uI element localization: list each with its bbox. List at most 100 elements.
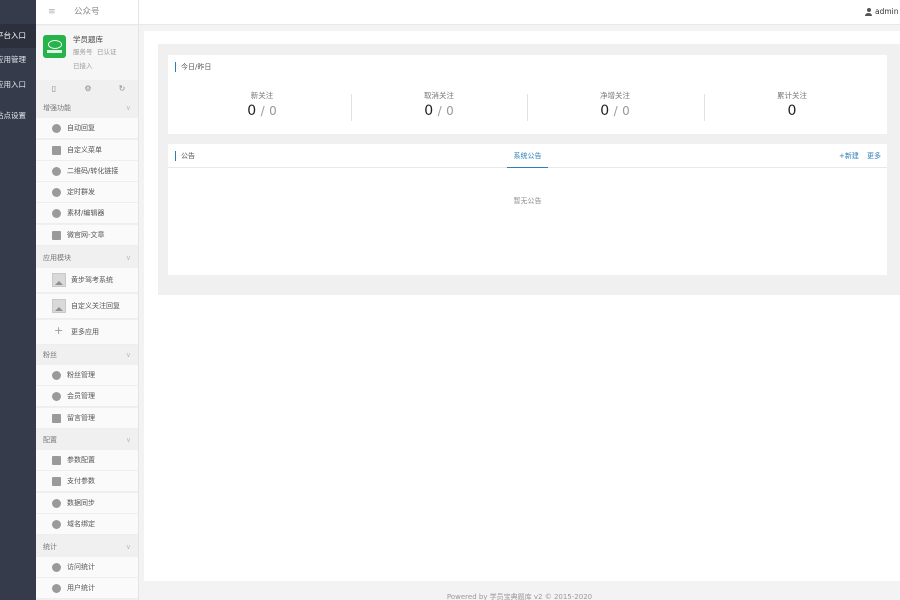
new-notice-link[interactable]: +新建: [839, 151, 859, 161]
section-fans[interactable]: 粉丝 ∨: [36, 345, 138, 365]
sidebar-item-domain-binding[interactable]: 域名绑定: [36, 514, 138, 535]
sidebar-item-microsite-articles[interactable]: 微官网-文章: [36, 225, 138, 246]
rail-item-platform-entry[interactable]: 平台入口: [0, 24, 36, 48]
notice-empty-text: 暂无公告: [513, 197, 542, 205]
top-bar: admin ▾: [139, 0, 900, 25]
stat-value: 0: [704, 103, 880, 119]
rail-item-app-entry[interactable]: 应用入口: [0, 73, 36, 97]
stat-today: 0: [424, 103, 434, 119]
stat-today: 0: [247, 103, 257, 119]
stat-unfollow: 取消关注 0 / 0: [351, 91, 527, 127]
sidebar-item-label: 自定义关注回复: [71, 302, 120, 310]
home-icon: [52, 231, 61, 240]
notice-card: 公告 系统公告 +新建 更多 暂无公告: [168, 144, 887, 275]
sync-icon: [52, 499, 61, 508]
sidebar-item-label: 粉丝管理: [67, 371, 95, 379]
sidebar-header: ≡ 公众号: [36, 0, 138, 25]
section-app-modules[interactable]: 应用模块 ∨: [36, 248, 138, 268]
sidebar-item-label: 更多应用: [71, 328, 99, 336]
sidebar-item-auto-reply[interactable]: 自动回复: [36, 118, 138, 139]
section-label: 配置: [43, 436, 57, 444]
rail-item-site-settings[interactable]: 站点设置: [0, 104, 36, 128]
stat-label: 净增关注: [600, 91, 630, 100]
chevron-down-icon: ∨: [125, 254, 131, 262]
gear-icon[interactable]: ⚙: [82, 84, 94, 94]
tab-system-notice[interactable]: 系统公告: [507, 150, 548, 168]
section-config[interactable]: 配置 ∨: [36, 430, 138, 450]
sidebar-item-label: 自定义菜单: [67, 146, 102, 154]
account-card: 学员题库 服务号 已认证 已接入: [36, 26, 138, 80]
refresh-icon[interactable]: ↻: [116, 84, 128, 94]
notice-header: 公告 系统公告 +新建 更多: [168, 144, 887, 168]
sidebar-item-user-stats[interactable]: 用户统计: [36, 578, 138, 599]
section-label: 应用模块: [43, 254, 71, 262]
sidebar-item-materials-editor[interactable]: 素材/编辑器: [36, 203, 138, 224]
footer: Powered by 学员宝典题库 v2 © 2015-2020: [446, 593, 593, 600]
main-panel: 今日/昨日 新关注 0 / 0 取消关注 0 / 0 净增关注 0 / 0 累计…: [144, 31, 900, 581]
account-type: 服务号: [73, 48, 93, 56]
stat-label: 新关注: [250, 91, 274, 100]
sidebar-item-custom-menu[interactable]: 自定义菜单: [36, 140, 138, 161]
menu-doc-icon: [52, 146, 61, 155]
sidebar-item-scheduled-send[interactable]: 定时群发: [36, 182, 138, 203]
section-enhanced-features[interactable]: 增强功能 ∨: [36, 98, 138, 118]
stat-value: 0 / 0: [174, 103, 350, 119]
rail-item-app-management[interactable]: 应用管理: [0, 48, 36, 72]
section-statistics[interactable]: 统计 ∨: [36, 537, 138, 557]
sidebar-item-driving-exam-system[interactable]: 黄步驾考系统: [36, 268, 138, 293]
sidebar-item-label: 自动回复: [67, 124, 95, 132]
stat-value: 0 / 0: [527, 103, 703, 119]
more-notice-link[interactable]: 更多: [867, 151, 881, 161]
sidebar-item-label: 素材/编辑器: [67, 209, 105, 217]
section-label: 粉丝: [43, 351, 57, 359]
stat-yesterday: 0: [622, 104, 630, 118]
mobile-icon[interactable]: ▯: [48, 84, 60, 94]
sidebar-item-label: 定时群发: [67, 188, 95, 196]
stat-new-follow: 新关注 0 / 0: [174, 91, 350, 127]
sidebar-item-visit-stats[interactable]: 访问统计: [36, 557, 138, 578]
menu-toggle-icon[interactable]: ≡: [48, 7, 56, 17]
user-icon: [865, 8, 872, 16]
sidebar-item-payment-params[interactable]: 支付参数: [36, 471, 138, 492]
stat-today: 0: [600, 103, 610, 119]
user-menu[interactable]: admin ▾: [875, 7, 900, 17]
sidebar-item-custom-follow-reply[interactable]: 自定义关注回复: [36, 294, 138, 319]
sidebar-item-label: 参数配置: [67, 456, 95, 464]
sidebar-item-data-sync[interactable]: 数据同步: [36, 493, 138, 514]
stat-separator: /: [260, 104, 265, 118]
card-icon: [52, 477, 61, 486]
stat-today: 0: [787, 103, 797, 119]
sidebar-item-label: 数据同步: [67, 499, 95, 507]
chevron-down-icon: ∨: [125, 436, 131, 444]
plus-icon: +: [54, 324, 64, 337]
stats-title: 今日/昨日: [175, 62, 211, 72]
stat-yesterday: 0: [269, 104, 277, 118]
list-icon: [52, 456, 61, 465]
chevron-down-icon: ∨: [125, 351, 131, 359]
notice-title: 公告: [175, 151, 195, 161]
account-verified: 已认证: [97, 48, 117, 56]
account-logo-icon: [43, 35, 66, 58]
sidebar-item-label: 用户统计: [67, 584, 95, 592]
sidebar-item-param-config[interactable]: 参数配置: [36, 450, 138, 471]
stat-label: 取消关注: [424, 91, 454, 100]
dashboard-content: 今日/昨日 新关注 0 / 0 取消关注 0 / 0 净增关注 0 / 0 累计…: [158, 44, 900, 295]
mail-icon: [52, 414, 61, 423]
chevron-down-icon: ∨: [125, 543, 131, 551]
sidebar-item-fan-management[interactable]: 粉丝管理: [36, 365, 138, 386]
sidebar-item-label: 留言管理: [67, 414, 95, 422]
heart-icon: [52, 371, 61, 380]
sidebar: ≡ 公众号 学员题库 服务号 已认证 已接入 ▯ ⚙ ↻ 增强功能 ∨ 自动回复…: [36, 0, 139, 600]
sidebar-item-more-apps[interactable]: + 更多应用: [36, 320, 138, 345]
sidebar-item-member-management[interactable]: 会员管理: [36, 386, 138, 407]
image-placeholder-icon: [52, 273, 66, 287]
sidebar-item-message-management[interactable]: 留言管理: [36, 408, 138, 429]
sidebar-item-qrcode[interactable]: 二维码/转化链接: [36, 161, 138, 182]
stat-value: 0 / 0: [351, 103, 527, 119]
account-name: 学员题库: [73, 35, 103, 44]
user-stat-icon: [52, 584, 61, 593]
sidebar-item-label: 会员管理: [67, 392, 95, 400]
qrcode-icon: [52, 167, 61, 176]
stat-yesterday: 0: [446, 104, 454, 118]
edit-icon: [52, 209, 61, 218]
